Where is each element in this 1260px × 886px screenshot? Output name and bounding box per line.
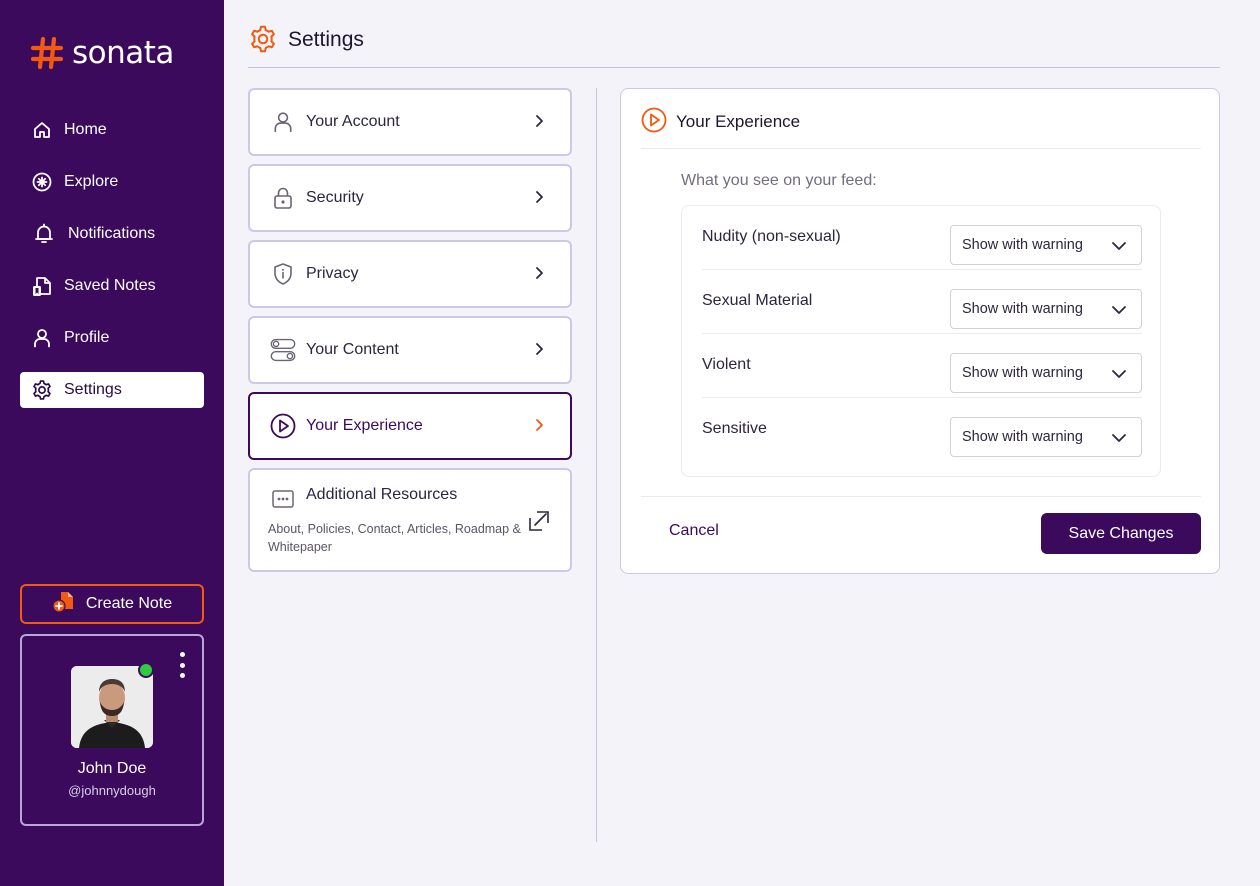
nav-item-label: Home	[64, 121, 107, 138]
play-circle-icon	[270, 413, 296, 439]
chevron-right-icon	[536, 343, 543, 355]
lock-icon	[270, 185, 296, 211]
menu-item-label: Your Account	[306, 113, 400, 130]
gear-icon	[31, 379, 53, 401]
logo[interactable]: sonata	[30, 36, 174, 70]
settings-menu-your-account[interactable]: Your Account	[248, 88, 572, 156]
nav-item-label: Profile	[64, 329, 110, 346]
nav-item-profile[interactable]: Profile	[20, 320, 204, 356]
bell-icon	[33, 223, 55, 245]
filter-name: Nudity (non-sexual)	[702, 228, 841, 245]
home-icon	[31, 119, 53, 141]
panel-header: Your Experience	[641, 107, 1201, 149]
nav-item-label: Notifications	[68, 225, 156, 242]
filter-select-sexual-material[interactable]: Show with warning	[950, 289, 1142, 329]
chevron-down-icon	[1112, 434, 1126, 442]
filter-select-value: Show with warning	[962, 429, 1083, 445]
chevron-right-icon	[536, 191, 543, 203]
cancel-button[interactable]: Cancel	[669, 522, 719, 540]
filter-row-sensitive: Sensitive Show with warning	[702, 398, 1142, 462]
more-icon	[270, 486, 296, 512]
filter-row-violent: Violent Show with warning	[702, 334, 1142, 398]
feed-label: What you see on your feed:	[681, 172, 877, 189]
hash-logo-icon	[30, 36, 64, 70]
explore-icon	[31, 171, 53, 193]
settings-menu-additional-resources[interactable]: Additional Resources About, Policies, Co…	[248, 468, 572, 572]
more-options-icon[interactable]	[176, 652, 188, 678]
user-icon	[31, 327, 53, 349]
menu-item-label: Privacy	[306, 265, 359, 282]
filter-select-value: Show with warning	[962, 237, 1083, 253]
vertical-divider	[596, 88, 597, 842]
settings-menu-privacy[interactable]: Privacy	[248, 240, 572, 308]
menu-item-label: Additional Resources	[306, 486, 458, 503]
filter-name: Sensitive	[702, 420, 767, 437]
logo-text: sonata	[72, 34, 174, 71]
settings-menu: Your Account Security Privacy Your Conte…	[248, 88, 572, 580]
menu-item-label: Your Experience	[306, 417, 423, 434]
menu-item-label: Security	[306, 189, 364, 206]
profile-name: John Doe	[77, 760, 147, 777]
online-status-dot	[138, 662, 154, 678]
settings-menu-your-experience[interactable]: Your Experience	[248, 392, 572, 460]
panel-footer-divider	[641, 496, 1201, 497]
nav-item-settings[interactable]: Settings	[20, 372, 204, 408]
chevron-right-icon	[536, 267, 543, 279]
external-link-icon	[529, 511, 549, 531]
nav-item-home[interactable]: Home	[20, 112, 204, 148]
create-note-button[interactable]: Create Note	[20, 584, 204, 624]
chevron-down-icon	[1112, 242, 1126, 250]
sidebar: sonata Home Explore Notifications Saved …	[0, 0, 224, 886]
menu-item-label: Your Content	[306, 341, 399, 358]
filter-select-value: Show with warning	[962, 301, 1083, 317]
filter-row-nudity: Nudity (non-sexual) Show with warning	[702, 206, 1142, 270]
settings-menu-your-content[interactable]: Your Content	[248, 316, 572, 384]
filter-select-violent[interactable]: Show with warning	[950, 353, 1142, 393]
create-note-icon	[52, 590, 76, 619]
avatar[interactable]	[71, 666, 153, 748]
chevron-right-icon	[536, 115, 543, 127]
experience-panel: Your Experience What you see on your fee…	[620, 88, 1220, 574]
filter-name: Violent	[702, 356, 751, 373]
save-changes-button[interactable]: Save Changes	[1041, 513, 1201, 554]
settings-gear-icon	[248, 24, 278, 59]
profile-handle: @johnnydough	[68, 783, 156, 798]
nav-item-saved-notes[interactable]: Saved Notes	[20, 268, 204, 304]
chevron-right-icon	[536, 419, 543, 431]
main-nav: Home Explore Notifications Saved Notes P…	[20, 112, 204, 424]
filter-select-sensitive[interactable]: Show with warning	[950, 417, 1142, 457]
shield-icon	[270, 261, 296, 287]
settings-menu-security[interactable]: Security	[248, 164, 572, 232]
nav-item-label: Settings	[64, 381, 122, 398]
panel-title: Your Experience	[676, 112, 801, 131]
saved-notes-icon	[31, 275, 53, 297]
chevron-down-icon	[1112, 306, 1126, 314]
nav-item-explore[interactable]: Explore	[20, 164, 204, 200]
filter-select-value: Show with warning	[962, 365, 1083, 381]
content-filters: Nudity (non-sexual) Show with warning Se…	[681, 205, 1161, 477]
menu-item-subtitle: About, Policies, Contact, Articles, Road…	[268, 522, 521, 554]
user-icon	[270, 109, 296, 135]
profile-card[interactable]: John Doe @johnnydough	[20, 634, 204, 826]
filter-row-sexual-material: Sexual Material Show with warning	[702, 270, 1142, 334]
create-note-label: Create Note	[85, 595, 173, 612]
filter-select-nudity[interactable]: Show with warning	[950, 225, 1142, 265]
page-header: Settings	[248, 24, 1220, 68]
nav-item-label: Explore	[64, 173, 119, 190]
chevron-down-icon	[1112, 370, 1126, 378]
play-circle-icon	[641, 107, 667, 138]
page-title: Settings	[288, 28, 364, 51]
nav-item-notifications[interactable]: Notifications	[20, 216, 204, 252]
filter-name: Sexual Material	[702, 292, 813, 309]
toggles-icon	[270, 337, 296, 363]
nav-item-label: Saved Notes	[64, 277, 156, 294]
